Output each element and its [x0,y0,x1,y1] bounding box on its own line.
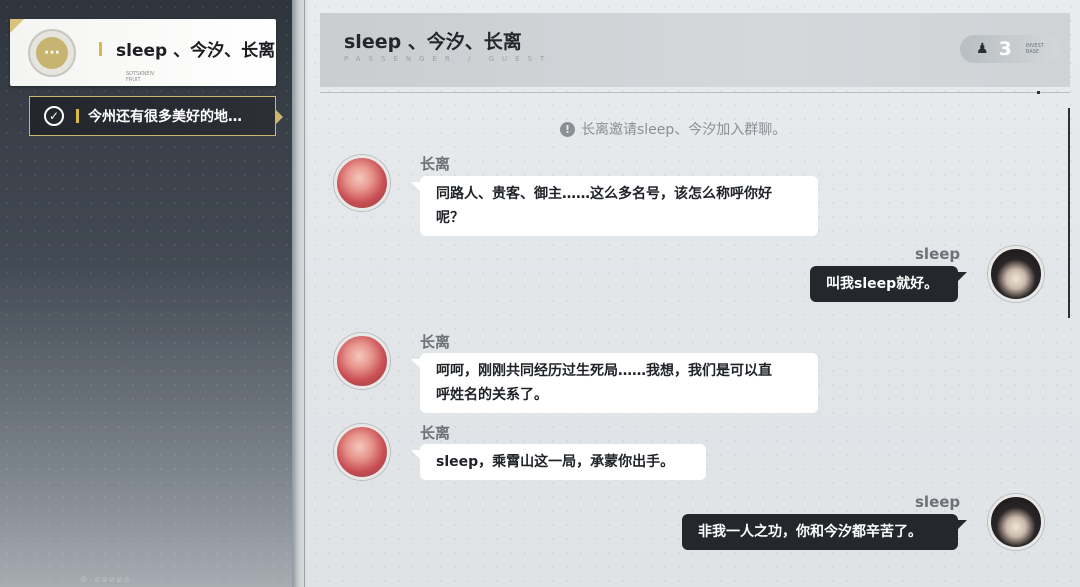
chat-header: sleep 、今汐、长离 PASSENGER / GUEST ♟ 3 INVES… [320,13,1070,87]
selected-corner-marker [10,19,24,33]
sender-name: 长离 [420,333,451,351]
panel-divider [292,0,308,587]
chat-header-subline: PASSENGER / GUEST [344,55,553,63]
chat-bg-pattern [308,0,1080,587]
avatar-changli[interactable] [334,333,390,389]
accent-bar [99,42,102,56]
member-tag: INVEST BASE [1025,43,1044,55]
divider-dot [1037,91,1040,94]
sender-name: 长离 [420,155,451,173]
header-divider [320,91,1070,94]
system-message-text: 长离邀请sleep、今汐加入群聊。 [581,122,787,138]
chat-subtext: SOTSKNEIV FRUIT [126,71,155,83]
chat-header-title: sleep 、今汐、长离 [344,31,522,53]
scrollbar[interactable] [1068,108,1070,318]
divider-line [304,0,305,587]
message-text-line: 非我一人之功，你和今汐都辛苦了。 [698,524,922,540]
message-text-line: 呢？ [436,210,464,226]
sender-name: 长离 [420,424,451,442]
sender-name: sleep [915,493,961,511]
check-circle-icon: ✓ [44,106,64,126]
message-bubble: sleep，乘霄山这一局，承蒙你出手。 [411,444,706,480]
chat-title: sleep 、今汐、长离 [116,41,276,61]
group-avatar: ··· [28,29,76,77]
message-bubble: 叫我sleep就好。 [810,266,967,302]
chat-list-item-group[interactable]: ··· sleep 、今汐、长离 SOTSKNEIV FRUIT [10,19,276,86]
avatar-sleep[interactable] [988,246,1044,302]
accent-bar [76,109,79,123]
message-text-line: 呼姓名的关系了。 [436,387,548,403]
person-icon: ♟ [976,41,989,57]
sidebar-grid-pattern [0,0,292,587]
chat-panel: sleep 、今汐、长离 PASSENGER / GUEST ♟ 3 INVES… [308,0,1080,587]
avatar-changli[interactable] [334,155,390,211]
avatar-sleep[interactable] [988,494,1044,550]
warning-icon: ! [560,121,575,137]
message-text-line: sleep，乘霄山这一局，承蒙你出手。 [436,454,675,470]
message-bubble: 呵呵，刚刚共同经历过生死局……我想，我们是可以直 呼姓名的关系了。 [411,353,818,413]
message-text-line: 叫我sleep就好。 [826,276,939,292]
sidebar-footer-mark: ⊗ ⌀⌀⌀⌀⌀ [80,575,132,585]
member-count-button[interactable]: ♟ 3 INVEST BASE [960,35,1060,63]
sender-name: sleep [915,245,961,263]
system-message: ! 长离邀请sleep、今汐加入群聊。 [560,119,786,139]
message-text-line: 呵呵，刚刚共同经历过生死局……我想，我们是可以直 [436,363,772,379]
message-text-line: 同路人、贵客、御主……这么多名号，该怎么称呼你好 [436,186,772,202]
sidebar: ··· sleep 、今汐、长离 SOTSKNEIV FRUIT ✓ 今州还有很… [0,0,292,587]
task-label: 今州还有很多美好的地… [88,109,242,125]
member-count: 3 [998,38,1012,60]
avatar-changli[interactable] [334,424,390,480]
chat-bubble-icon: ··· [36,37,68,69]
task-item[interactable]: ✓ 今州还有很多美好的地… [29,96,283,136]
message-bubble: 同路人、贵客、御主……这么多名号，该怎么称呼你好 呢？ [411,176,818,236]
message-bubble: 非我一人之功，你和今汐都辛苦了。 [682,514,967,550]
